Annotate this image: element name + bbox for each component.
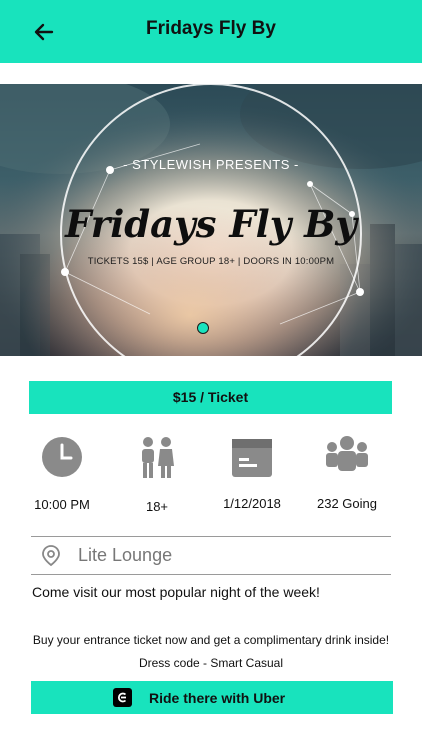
group-icon [326,436,368,471]
hero-presents-text: - STYLEWISH PRESENTS - [123,157,299,172]
top-bar: Fridays Fly By [0,0,422,63]
description-line-1: Come visit our most popular night of the… [32,584,320,600]
calendar-icon [232,439,272,477]
age-info: 18+ [107,436,207,514]
divider [31,536,391,537]
date-label: 1/12/2018 [223,496,281,511]
ticket-price-bar[interactable]: $15 / Ticket [29,381,392,414]
location-pin-icon [42,545,60,567]
event-banner-image[interactable]: - STYLEWISH PRESENTS - Fridays Fly By TI… [0,84,422,356]
carousel-page-indicator[interactable] [197,322,209,334]
venue-name[interactable]: Lite Lounge [78,545,172,566]
dress-code-text: Dress code - Smart Casual [138,656,284,670]
age-label: 18+ [145,499,169,514]
time-label: 10:00 PM [34,497,90,512]
attendees-info[interactable]: 232 Going [297,436,397,511]
people-icon [142,437,174,478]
description-line-2: Buy your entrance ticket now and get a c… [32,633,390,647]
page-title: Fridays Fly By [146,18,276,39]
attendees-label: 232 Going [317,496,377,511]
uber-button-label: Ride there with Uber [149,690,286,706]
date-info: 1/12/2018 [202,436,302,511]
uber-icon [113,688,132,707]
hero-event-name: Fridays Fly By [65,202,357,246]
hero-info-line: TICKETS 15$ | AGE GROUP 18+ | DOORS IN 1… [87,256,335,267]
divider [31,574,391,575]
ride-with-uber-button[interactable]: Ride there with Uber [31,681,393,714]
time-info: 10:00 PM [12,436,112,512]
clock-icon [42,437,82,477]
